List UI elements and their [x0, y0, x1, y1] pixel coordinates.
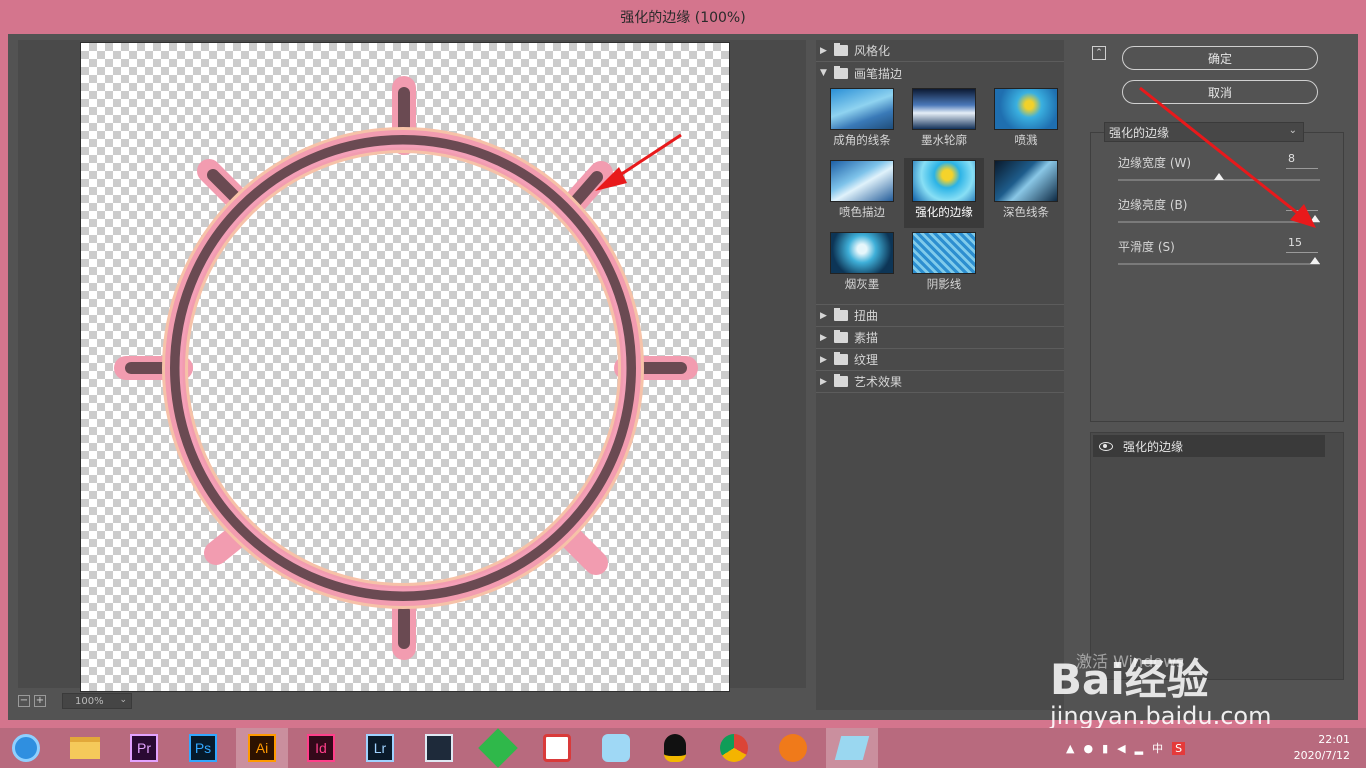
expand-triangle-icon: ▶ — [820, 310, 827, 321]
folder-icon — [834, 43, 848, 56]
brush-strokes-thumbnails: 成角的线条 墨水轮廓 喷溅 喷色描边 强化的边缘 深色线条 烟灰墨 阴影线 — [816, 84, 1064, 304]
spokes — [114, 76, 698, 660]
effect-layers-panel: 强化的边缘 — [1090, 432, 1344, 680]
folder-icon — [834, 374, 848, 387]
chrome-app[interactable] — [708, 728, 760, 768]
lightroom-app[interactable]: Lr — [354, 728, 406, 768]
collapse-gallery-button[interactable]: ⌃ — [1092, 46, 1106, 60]
taskbar: Pr Ps Ai Id Lr ▲ ● ▮ ◀ ▂ 中 S 22:01 2020/… — [0, 728, 1366, 768]
bird-app[interactable] — [590, 728, 642, 768]
zoom-out-button[interactable]: − — [18, 695, 30, 707]
thumb-crosshatch[interactable]: 阴影线 — [904, 230, 984, 300]
folder-distort[interactable]: ▶ 扭曲 — [816, 305, 1064, 327]
bird-icon — [602, 734, 630, 762]
preview-area — [18, 40, 806, 692]
red-arrow-preview — [595, 133, 682, 191]
orange-app[interactable] — [767, 728, 819, 768]
thumb-accented-edges[interactable]: 成角的线条 — [822, 86, 902, 156]
ime-indicator[interactable]: 中 — [1152, 740, 1163, 756]
green-app[interactable] — [472, 728, 524, 768]
folder-stylize[interactable]: ▶ 风格化 — [816, 40, 1064, 62]
thumbnail-image — [830, 88, 894, 130]
ring-artwork — [114, 76, 698, 660]
film-icon — [425, 734, 453, 762]
zoom-controls: − + 100% ⌄ — [18, 692, 132, 710]
thumbnail-image — [994, 88, 1058, 130]
premiere-icon: Pr — [130, 734, 158, 762]
zoom-value: 100% — [75, 695, 104, 707]
thumb-sumi-e[interactable]: 烟灰墨 — [822, 230, 902, 300]
folder-texture[interactable]: ▶ 纹理 — [816, 349, 1064, 371]
folder-icon — [834, 352, 848, 365]
blue-icon — [834, 736, 870, 760]
clock[interactable]: 22:01 2020/7/12 — [1294, 732, 1350, 764]
chrome-icon — [720, 734, 748, 762]
expand-triangle-icon: ▶ — [820, 376, 827, 387]
browser-icon — [12, 734, 40, 762]
eye-icon[interactable] — [1099, 441, 1113, 451]
file-explorer-app[interactable] — [59, 728, 111, 768]
illustrator-icon: Ai — [248, 734, 276, 762]
tray-volume-icon[interactable]: ◀ — [1117, 742, 1125, 755]
smoothness-slider[interactable] — [1118, 257, 1320, 265]
thumbnail-image — [830, 232, 894, 274]
clock-date: 2020/7/12 — [1293, 749, 1350, 762]
folder-icon — [70, 737, 100, 759]
orange-icon — [779, 734, 807, 762]
thumb-ink-outlines[interactable]: 墨水轮廓 — [904, 86, 984, 156]
slider-thumb[interactable] — [1310, 257, 1320, 264]
illustrator-app[interactable]: Ai — [236, 728, 288, 768]
expand-triangle-icon: ▶ — [820, 332, 827, 343]
chevron-down-icon: ⌄ — [119, 695, 127, 705]
xmind-icon — [543, 734, 571, 762]
browser-app[interactable] — [0, 728, 52, 768]
zoom-in-button[interactable]: + — [34, 695, 46, 707]
xmind-app[interactable] — [531, 728, 583, 768]
thumb-sprayed-strokes[interactable]: 喷色描边 — [822, 158, 902, 228]
lightroom-icon: Lr — [366, 734, 394, 762]
folder-icon — [834, 308, 848, 321]
clock-time: 22:01 — [1318, 733, 1350, 746]
green-diamond-icon — [478, 728, 518, 768]
collapse-triangle-icon: ▼ — [820, 68, 827, 78]
thumbnail-image — [994, 160, 1058, 202]
expand-triangle-icon: ▶ — [820, 354, 827, 365]
indesign-app[interactable]: Id — [295, 728, 347, 768]
expand-triangle-icon: ▶ — [820, 45, 827, 56]
thumb-dark-strokes[interactable]: 深色线条 — [986, 158, 1066, 228]
folder-sketch[interactable]: ▶ 素描 — [816, 327, 1064, 349]
folder-icon — [834, 330, 848, 343]
smoothness-label: 平滑度 (S) — [1118, 240, 1175, 254]
video-app[interactable] — [413, 728, 465, 768]
thumbnail-image — [912, 232, 976, 274]
tray-signal-icon[interactable]: ▂ — [1135, 742, 1143, 755]
tray-qq-icon[interactable]: ● — [1083, 742, 1093, 755]
zoom-select[interactable]: 100% ⌄ — [62, 693, 132, 709]
tray-chevron-icon[interactable]: ▲ — [1066, 742, 1074, 755]
preview-canvas[interactable] — [80, 42, 730, 692]
sogou-icon[interactable]: S — [1172, 741, 1186, 755]
folder-artistic[interactable]: ▶ 艺术效果 — [816, 371, 1064, 393]
red-arrow-annotation — [1139, 86, 1316, 228]
ok-button[interactable]: 确定 — [1122, 46, 1318, 70]
qq-app[interactable] — [649, 728, 701, 768]
thumbnail-image — [830, 160, 894, 202]
blue-app[interactable] — [826, 728, 878, 768]
thumb-spatter[interactable]: 喷溅 — [986, 86, 1066, 156]
folder-icon — [834, 65, 848, 79]
dialog-title: 强化的边缘 (100%) — [620, 10, 746, 26]
qq-penguin-icon — [664, 734, 686, 762]
photoshop-app[interactable]: Ps — [177, 728, 229, 768]
tray-network-icon[interactable]: ▮ — [1102, 742, 1108, 755]
thumbnail-image — [912, 160, 976, 202]
folder-brush-strokes[interactable]: ▼ 画笔描边 — [816, 62, 1064, 84]
thumb-enhanced-edges[interactable]: 强化的边缘 — [904, 158, 984, 228]
indesign-icon: Id — [307, 734, 335, 762]
effect-layer-row[interactable]: 强化的边缘 — [1093, 435, 1325, 457]
thumbnail-image — [912, 88, 976, 130]
premiere-app[interactable]: Pr — [118, 728, 170, 768]
photoshop-icon: Ps — [189, 734, 217, 762]
ring-dark — [170, 135, 636, 601]
filter-gallery: ▶ 风格化 ▼ 画笔描边 成角的线条 墨水轮廓 喷溅 喷色描边 强化的边缘 深色… — [816, 40, 1064, 710]
